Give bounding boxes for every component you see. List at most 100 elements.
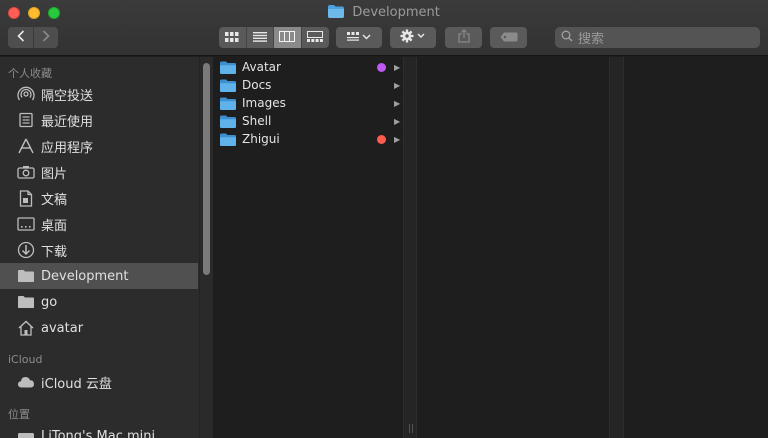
sidebar-item-airdrop[interactable]: 隔空投送 bbox=[0, 81, 198, 107]
disclosure-arrow-icon: ▶ bbox=[394, 116, 401, 126]
folder-icon bbox=[220, 133, 236, 146]
sidebar-item-icloud-drive[interactable]: iCloud 云盘 bbox=[0, 369, 198, 395]
sidebar-item-mac-mini[interactable]: LiTong's Mac mini bbox=[0, 423, 198, 438]
sidebar-item-documents[interactable]: 文稿 bbox=[0, 185, 198, 211]
sidebar-item-label: 下载 bbox=[41, 244, 68, 260]
window-title: Development bbox=[0, 5, 768, 22]
share-icon bbox=[457, 29, 470, 46]
recents-icon bbox=[16, 111, 36, 129]
sidebar-scrollbar-thumb[interactable] bbox=[203, 63, 210, 275]
back-button[interactable] bbox=[8, 27, 33, 48]
tag-icon bbox=[500, 31, 518, 45]
list-item-images[interactable]: Images ▶ bbox=[214, 94, 404, 112]
view-mode-group bbox=[219, 27, 329, 48]
item-label: Docs bbox=[242, 78, 272, 92]
folder-icon bbox=[16, 267, 36, 285]
list-item-shell[interactable]: Shell ▶ bbox=[214, 112, 404, 130]
camera-icon bbox=[16, 163, 36, 181]
favorites-header: 个人收藏 bbox=[8, 67, 52, 80]
sidebar-item-recents[interactable]: 最近使用 bbox=[0, 107, 198, 133]
grid-icon bbox=[225, 31, 239, 45]
item-label: Images bbox=[242, 96, 286, 110]
disclosure-arrow-icon: ▶ bbox=[394, 98, 401, 108]
column-resizer[interactable] bbox=[609, 57, 624, 438]
gear-icon bbox=[400, 29, 426, 46]
list-item-avatar[interactable]: Avatar ▶ bbox=[214, 58, 404, 76]
cloud-icon bbox=[16, 373, 36, 391]
sidebar-item-label: 最近使用 bbox=[41, 114, 94, 130]
resize-grip-icon: || bbox=[408, 424, 415, 434]
column-development: Avatar ▶ Docs ▶ Images ▶ Shell ▶ Zhigui … bbox=[214, 57, 404, 438]
sidebar-item-home[interactable]: avatar bbox=[0, 315, 198, 341]
sidebar-item-applications[interactable]: 应用程序 bbox=[0, 133, 198, 159]
applications-icon bbox=[16, 137, 36, 155]
red-tag bbox=[377, 134, 386, 144]
search-icon bbox=[561, 30, 573, 46]
airdrop-icon bbox=[16, 85, 36, 103]
icon-view-button[interactable] bbox=[219, 27, 247, 48]
disclosure-arrow-icon: ▶ bbox=[394, 80, 401, 90]
sidebar-item-label: LiTong's Mac mini bbox=[41, 428, 156, 438]
item-label: Zhigui bbox=[242, 132, 280, 146]
folder-icon bbox=[220, 97, 236, 110]
arrange-button[interactable] bbox=[336, 27, 382, 48]
item-label: Shell bbox=[242, 114, 272, 128]
home-icon bbox=[16, 319, 36, 337]
sidebar-item-label: Development bbox=[41, 268, 129, 284]
folder-icon bbox=[16, 293, 36, 311]
sidebar-item-label: iCloud 云盘 bbox=[41, 376, 112, 392]
sidebar-item-label: 文稿 bbox=[41, 192, 68, 208]
column-resizer[interactable]: || bbox=[404, 57, 417, 438]
sidebar-item-pictures[interactable]: 图片 bbox=[0, 159, 198, 185]
navigation-group bbox=[8, 27, 58, 48]
computer-icon bbox=[16, 427, 36, 438]
sidebar-item-label: 应用程序 bbox=[41, 140, 94, 156]
document-icon bbox=[16, 189, 36, 207]
icloud-header: iCloud bbox=[8, 353, 43, 366]
chevron-right-icon bbox=[42, 30, 50, 45]
toolbar: Development 搜索 bbox=[0, 0, 768, 56]
folder-icon bbox=[328, 5, 345, 22]
sidebar-item-development[interactable]: Development bbox=[0, 263, 198, 289]
list-item-docs[interactable]: Docs ▶ bbox=[214, 76, 404, 94]
sidebar-item-label: 图片 bbox=[41, 166, 68, 182]
sidebar-item-downloads[interactable]: 下载 bbox=[0, 237, 198, 263]
disclosure-arrow-icon: ▶ bbox=[394, 62, 401, 72]
column-empty-3 bbox=[625, 57, 768, 438]
disclosure-arrow-icon: ▶ bbox=[394, 134, 401, 144]
sidebar-item-label: 隔空投送 bbox=[41, 88, 94, 104]
column-view-button[interactable] bbox=[274, 27, 302, 48]
column-empty-2 bbox=[418, 57, 609, 438]
folder-icon bbox=[220, 61, 236, 74]
search-field[interactable]: 搜索 bbox=[555, 27, 760, 48]
sidebar-item-label: avatar bbox=[41, 320, 84, 336]
sidebar-item-label: go bbox=[41, 294, 58, 310]
sidebar-item-desktop[interactable]: 桌面 bbox=[0, 211, 198, 237]
list-item-zhigui[interactable]: Zhigui ▶ bbox=[214, 130, 404, 148]
sidebar-item-label: 桌面 bbox=[41, 218, 68, 234]
window-title-label: Development bbox=[352, 5, 440, 20]
sidebar: 个人收藏 隔空投送 最近使用 应用程序 图片 文稿 桌面 下载 Developm… bbox=[0, 57, 213, 438]
arrange-grid-icon bbox=[347, 31, 371, 45]
sidebar-item-go[interactable]: go bbox=[0, 289, 198, 315]
desktop-icon bbox=[16, 215, 36, 233]
forward-button[interactable] bbox=[33, 27, 58, 48]
item-label: Avatar bbox=[242, 60, 281, 74]
sidebar-scrollbar[interactable] bbox=[199, 57, 213, 438]
tags-button[interactable] bbox=[490, 27, 527, 48]
folder-icon bbox=[220, 115, 236, 128]
purple-tag bbox=[377, 62, 386, 72]
action-menu-button[interactable] bbox=[390, 27, 436, 48]
gallery-view-button[interactable] bbox=[302, 27, 330, 48]
share-button[interactable] bbox=[445, 27, 482, 48]
download-icon bbox=[16, 241, 36, 259]
list-icon bbox=[252, 31, 267, 45]
columns-icon bbox=[279, 30, 296, 45]
list-view-button[interactable] bbox=[247, 27, 274, 48]
folder-icon bbox=[220, 79, 236, 92]
finder-window: Development 搜索 个人收藏 隔空投送 最近使用 应用程序 图片 文稿… bbox=[0, 0, 768, 438]
locations-header: 位置 bbox=[8, 408, 30, 421]
chevron-left-icon bbox=[16, 30, 25, 45]
gallery-icon bbox=[307, 30, 324, 45]
search-placeholder: 搜索 bbox=[578, 32, 605, 47]
